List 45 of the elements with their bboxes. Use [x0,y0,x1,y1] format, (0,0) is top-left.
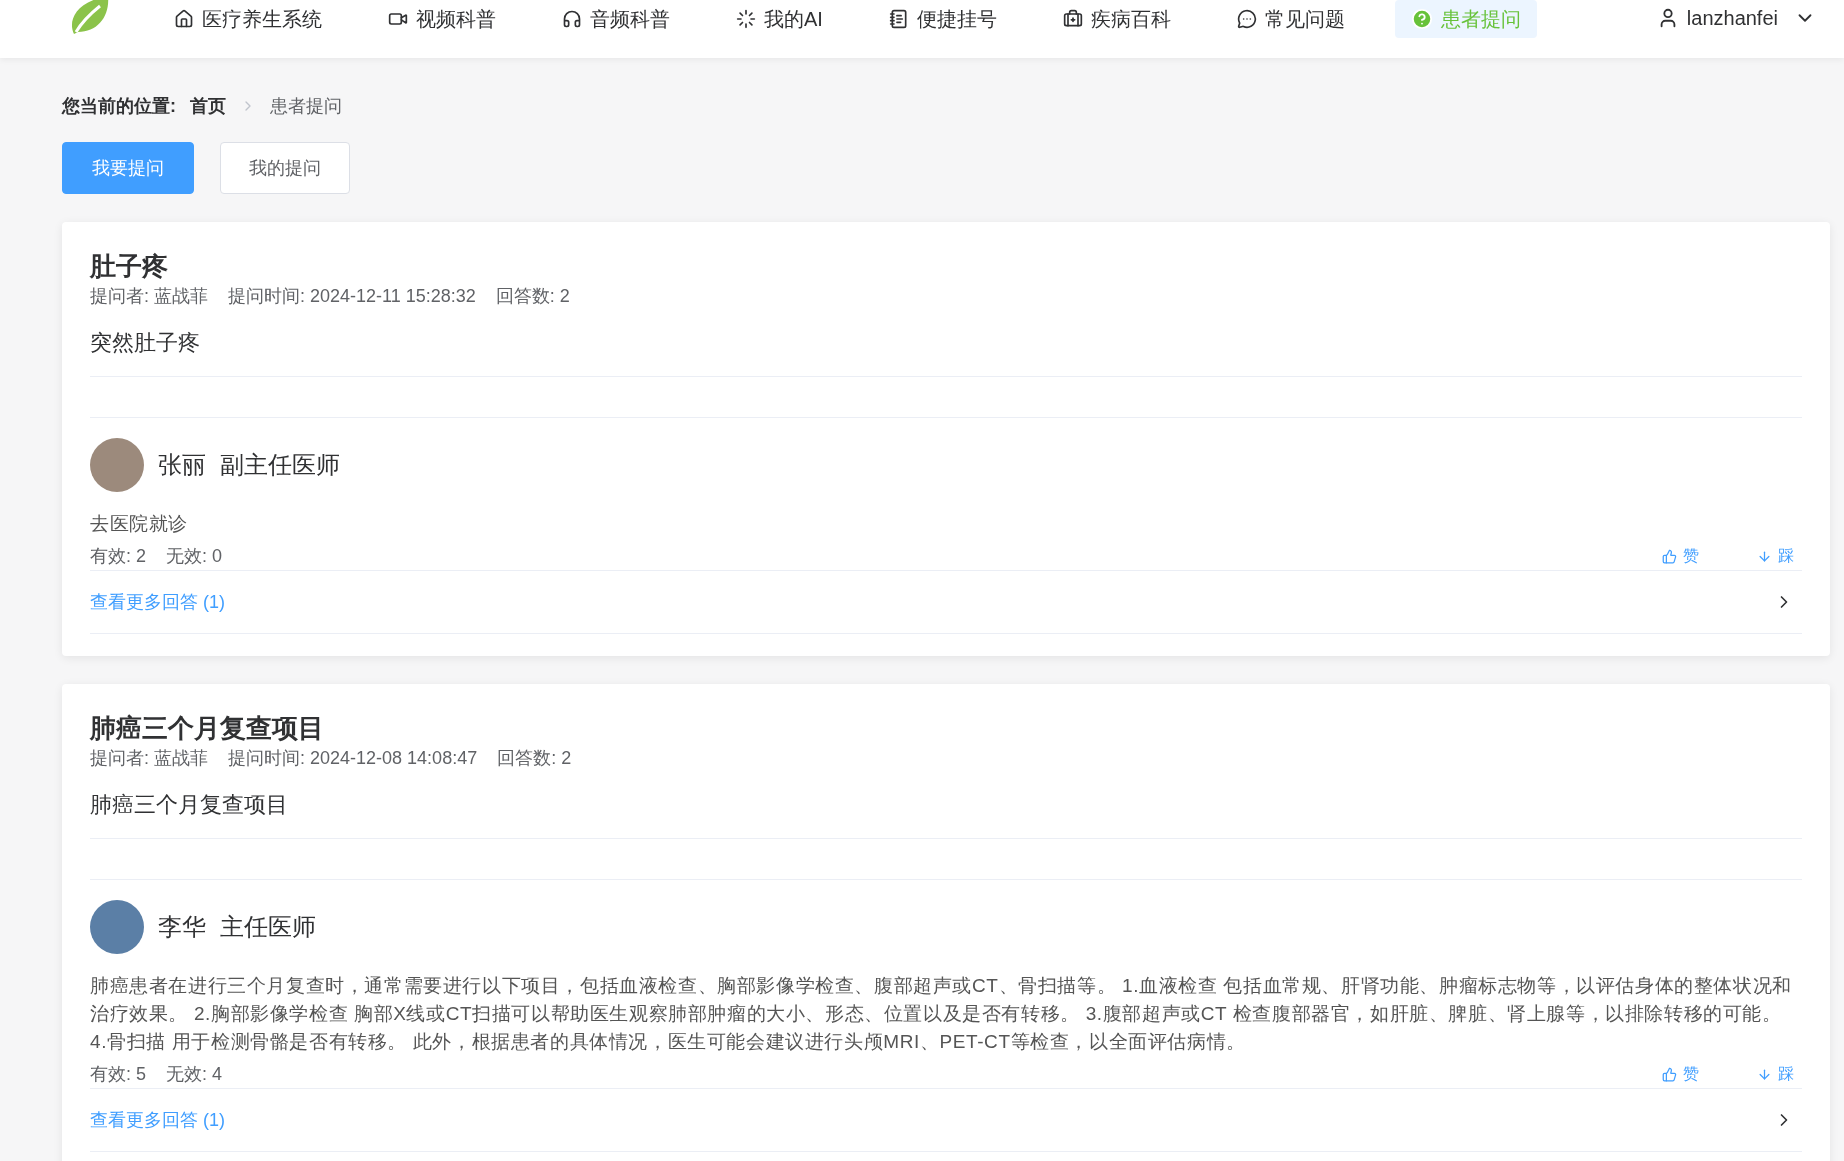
medical-kit-icon [1062,9,1083,29]
notebook-icon [888,9,909,29]
doctor-name: 李华 [158,912,206,942]
useless-count: 无效: 4 [166,1063,223,1086]
house-icon [174,9,194,29]
arrow-down-icon [1757,1066,1772,1082]
asker-text: 提问者: 蓝战菲 [90,285,208,308]
question-title: 肚子疼 [90,250,169,282]
answer-count-text: 回答数: 2 [497,747,572,770]
thumbs-up-icon [1662,1066,1677,1082]
nav-item[interactable]: 医疗养生系统 [158,0,338,38]
headphones-icon [562,9,582,29]
breadcrumb-link[interactable]: 患者提问 [270,94,342,118]
breadcrumb-label: 您当前的位置: [62,95,176,118]
sparkle-icon [736,9,756,29]
nav-item[interactable]: 常见问题 [1220,0,1361,38]
question-icon [1410,8,1433,30]
useless-count: 无效: 0 [166,545,223,568]
answer-count-text: 回答数: 2 [495,285,570,308]
avatar-placeholder [90,900,144,954]
chat-bubble-icon [1236,9,1257,29]
useful-count: 有效: 2 [90,545,146,568]
user-menu[interactable]: lanzhanfei [1656,0,1816,36]
useful-count: 有效: 5 [90,1063,146,1086]
arrow-down-icon [1757,548,1772,564]
question-body: 肺癌三个月复查项目 [90,790,1802,839]
answer-text: 肺癌患者在进行三个月复查时，通常需要进行以下项目，包括血液检查、胸部影像学检查、腹部超声或CT、骨扫描等。 1.血液检查 包括血常规、肝肾功能、肿瘤标志物等，以评估身体的整体状况和治疗效果。 2.胸部影像学检查 胸部X线或CT扫描可以帮助医生观察肺部肿瘤的大小、形态、位置以及是否有转移。 3.腹部超声或CT 检查腹部器官，如肝脏、脾脏、肾上腺等，以排除转移的可能。 4.骨扫描 用于检测骨骼是否有转移。 此外，根据患者的具体情况，医生可能会建议进行头颅MRI、PET-CT等检查，以全面评估病情。 [90,974,1793,1054]
nav-item[interactable]: 音频科普 [546,0,686,38]
nav-item[interactable]: 视频科普 [372,0,512,38]
question-title: 肺癌三个月复查项目 [90,712,325,744]
answer-text: 去医院就诊 [90,512,189,536]
breadcrumb-link[interactable]: 首页 [190,94,226,118]
thumbs-up-icon [1662,548,1677,564]
nav-item[interactable]: 我的AI [720,0,839,38]
action-button[interactable]: 我的提问 [220,142,350,194]
nav-item[interactable]: 疾病百科 [1046,0,1187,38]
asker-text: 提问者: 蓝战菲 [90,747,208,770]
doctor-name: 张丽 [158,450,206,480]
time-text: 提问时间: 2024-12-08 14:08:47 [228,747,478,770]
time-text: 提问时间: 2024-12-11 15:28:32 [228,285,476,308]
doctor-rank: 主任医师 [220,912,316,942]
question-body: 突然肚子疼 [90,328,1802,377]
doctor-rank: 副主任医师 [220,450,340,480]
avatar-placeholder [90,438,144,492]
nav-item[interactable]: 便捷挂号 [872,0,1013,38]
